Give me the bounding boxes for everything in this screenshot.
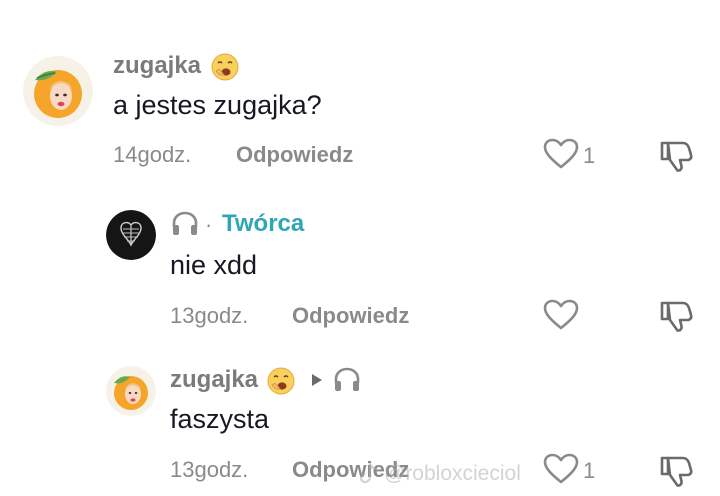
comment-text: a jestes zugajka? [113,90,322,120]
separator-dot: · [205,212,213,237]
dislike-icon[interactable] [658,298,694,334]
username[interactable]: zugajka [170,366,258,394]
creator-avatar[interactable] [106,210,156,260]
comment-time: 13godz. [170,457,249,482]
dislike-icon[interactable] [658,453,694,489]
user-avatar[interactable] [23,56,93,126]
like-heart-icon[interactable] [543,299,579,331]
headphones-icon [332,366,362,394]
watermark-text: @robloxcieciol [384,462,521,485]
comment-time: 14godz. [113,142,192,167]
reply-button[interactable]: Odpowiedz [292,303,409,329]
user-avatar[interactable] [106,366,156,416]
reply-to-arrow-icon [310,372,324,388]
dislike-icon[interactable] [658,138,694,174]
yawning-face-emoji-icon [210,52,240,82]
comment-text: faszysta [170,404,270,434]
creator-badge: Twórca [222,210,305,237]
username[interactable]: zugajka [113,52,201,80]
like-count: 1 [583,143,596,168]
headphones-icon [170,210,200,238]
comment-text: nie xdd [170,250,258,280]
like-heart-icon[interactable] [543,138,579,170]
like-count: 1 [583,458,596,483]
like-heart-icon[interactable] [543,453,579,485]
reply-button[interactable]: Odpowiedz [236,142,353,168]
yawning-face-emoji-icon [266,366,296,396]
comment-time: 13godz. [170,303,249,328]
watermark-logo-icon [360,462,380,484]
